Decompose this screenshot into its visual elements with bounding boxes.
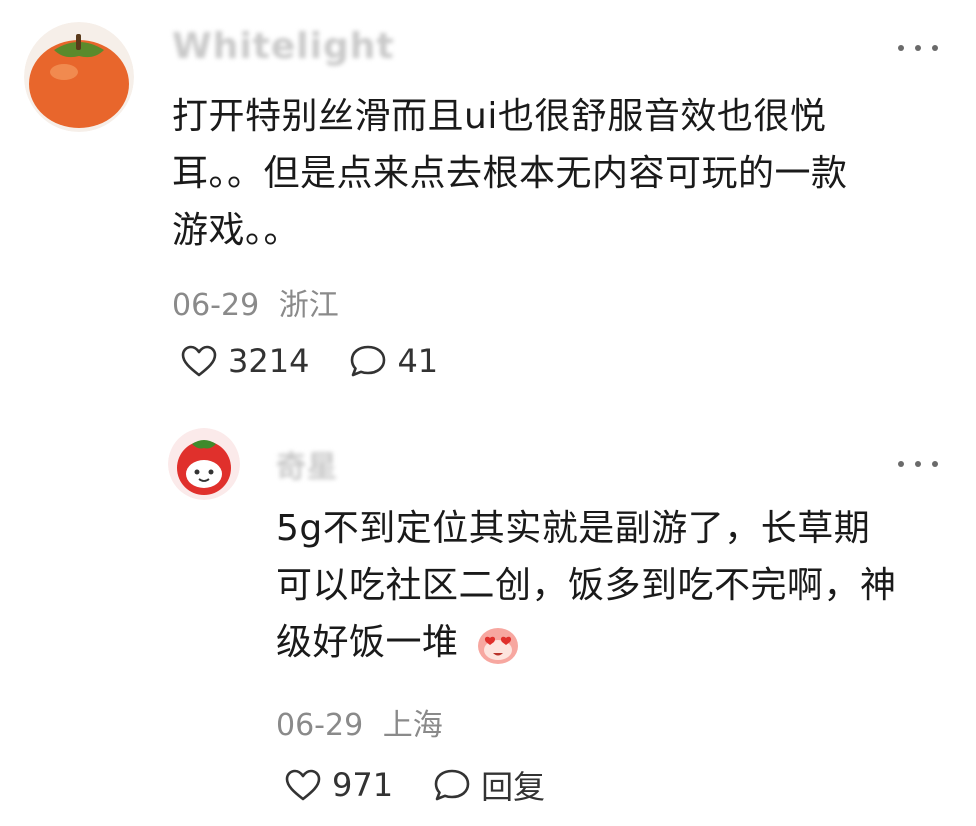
reply-text-line: 5g不到定位其实就是副游了，长草期: [276, 508, 871, 549]
like-count: 3214: [228, 342, 310, 380]
reply-count: 41: [397, 342, 439, 380]
heart-outline-icon: [181, 345, 217, 377]
speech-bubble-icon: [351, 345, 386, 377]
reply-text-line-content: 级好饭一堆: [276, 622, 459, 663]
comment: Whitelight 打开特别丝滑而且ui也很舒服音效也很悦 耳。。但是点来点去…: [0, 0, 976, 400]
comment-text-line: 耳。。但是点来点去根本无内容可玩的一款: [172, 153, 848, 194]
tomato-avatar-icon: [168, 428, 240, 500]
username[interactable]: 奇星: [276, 442, 338, 486]
reply-text: 5g不到定位其实就是副游了，长草期 可以吃社区二创，饭多到吃不完啊，神 级好饭一…: [276, 500, 956, 671]
comment-text-line: 打开特别丝滑而且ui也很舒服音效也很悦: [172, 96, 827, 137]
persimmon-avatar-icon: [24, 22, 134, 132]
username[interactable]: Whitelight: [172, 26, 395, 67]
comment-location: 浙江: [278, 288, 339, 323]
comment-thread: Whitelight 打开特别丝滑而且ui也很舒服音效也很悦 耳。。但是点来点去…: [0, 0, 976, 826]
avatar[interactable]: [168, 428, 240, 500]
speech-bubble-icon: [434, 769, 470, 801]
comment-text: 打开特别丝滑而且ui也很舒服音效也很悦 耳。。但是点来点去根本无内容可玩的一款 …: [172, 88, 932, 259]
like-button[interactable]: 971: [284, 766, 393, 804]
more-options-icon[interactable]: [898, 454, 938, 474]
like-button[interactable]: 3214: [180, 342, 309, 380]
reply-text-line: 级好饭一堆: [276, 614, 956, 671]
reply-text-line: 可以吃社区二创，饭多到吃不完啊，神: [276, 565, 897, 606]
reply-count-button[interactable]: 41: [349, 342, 438, 380]
comment-actions: 3214 41: [180, 342, 478, 380]
reply-comment: 奇星 5g不到定位其实就是副游了，长草期 可以吃社区二创，饭多到吃不完啊，神 级…: [0, 400, 976, 826]
reply-date: 06-29: [276, 708, 364, 743]
heart-eyes-emoji-icon: [478, 628, 519, 664]
avatar[interactable]: [24, 22, 134, 132]
comment-meta: 06-29 浙江: [172, 280, 339, 324]
reply-button[interactable]: 回复: [433, 762, 545, 808]
reply-label: 回复: [481, 768, 546, 806]
comment-date: 06-29: [172, 288, 260, 323]
more-options-icon[interactable]: [898, 38, 938, 58]
reply-actions: 971 回复: [284, 762, 585, 808]
reply-meta: 06-29 上海: [276, 700, 443, 744]
heart-outline-icon: [285, 769, 321, 801]
like-count: 971: [332, 766, 394, 804]
comment-text-line: 游戏。。: [172, 210, 301, 251]
reply-location: 上海: [382, 708, 443, 743]
